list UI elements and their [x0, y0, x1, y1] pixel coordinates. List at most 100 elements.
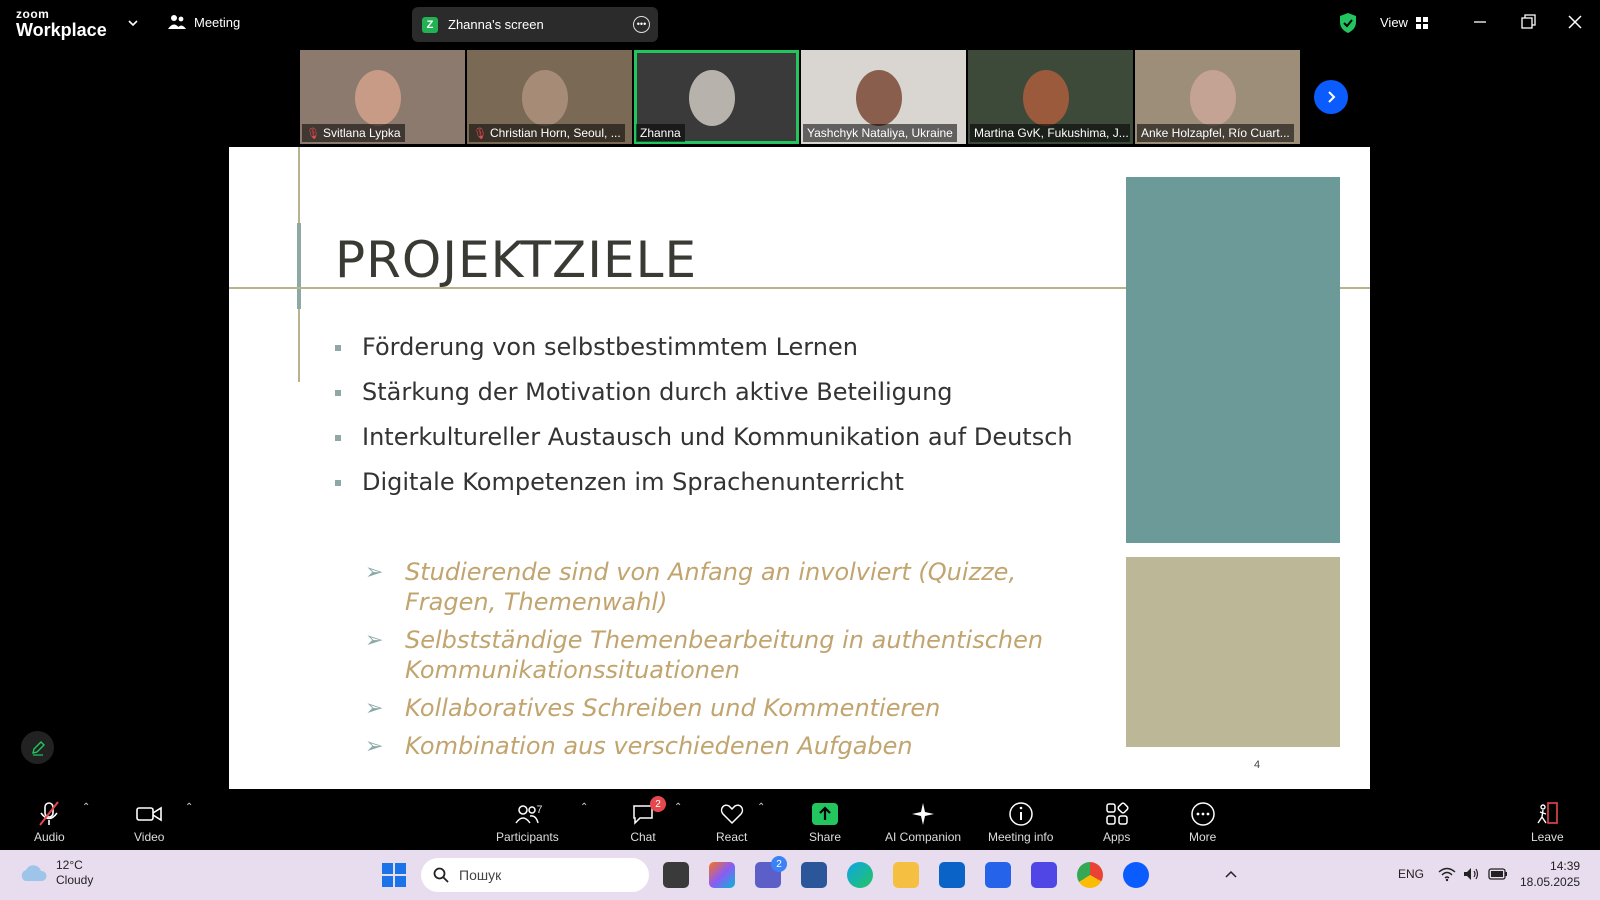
- volume-icon[interactable]: [1462, 866, 1480, 882]
- system-clock[interactable]: 14:39 18.05.2025: [1520, 858, 1580, 890]
- leave-button[interactable]: Leave: [1531, 790, 1564, 850]
- participant-name-text: Anke Holzapfel, Río Cuart...: [1141, 126, 1290, 140]
- shared-screen-indicator[interactable]: Z Zhanna's screen •••: [412, 7, 658, 42]
- sparkle-icon: [912, 803, 935, 825]
- participant-tile[interactable]: Anke Holzapfel, Río Cuart...: [1135, 50, 1300, 144]
- view-menu[interactable]: View: [1380, 15, 1428, 30]
- word-icon[interactable]: [801, 862, 827, 888]
- input-language[interactable]: ENG: [1398, 867, 1424, 881]
- taskbar-search[interactable]: Пошук: [421, 858, 649, 892]
- microsoft-store-icon[interactable]: [985, 862, 1011, 888]
- arrow-bullet-icon: ➢: [365, 628, 384, 653]
- battery-icon[interactable]: [1488, 867, 1508, 881]
- audio-button[interactable]: Audio: [34, 790, 65, 850]
- zoom-icon[interactable]: [1123, 862, 1149, 888]
- ai-companion-button[interactable]: AI Companion: [885, 790, 961, 850]
- participant-name: 🎙 Christian Horn, Seoul, ...: [469, 124, 625, 142]
- wifi-icon[interactable]: [1438, 866, 1456, 882]
- task-view-icon[interactable]: [663, 862, 689, 888]
- shared-screen-label: Zhanna's screen: [448, 17, 544, 32]
- video-camera-icon: [136, 806, 163, 822]
- slide-sub-bullet-text: Kombination aus verschiedenen Aufgaben: [405, 732, 913, 760]
- teams-icon[interactable]: 2: [755, 856, 787, 888]
- react-options-caret-icon[interactable]: ⌃: [757, 802, 765, 813]
- apps-icon: [1105, 802, 1129, 825]
- video-button[interactable]: Video: [134, 790, 164, 850]
- apps-label: Apps: [1103, 830, 1131, 844]
- participant-name-text: Yashchyk Nataliya, Ukraine: [807, 126, 953, 140]
- info-icon: [1008, 802, 1033, 826]
- app-icon[interactable]: [1031, 862, 1057, 888]
- leave-label: Leave: [1531, 830, 1564, 844]
- annotate-button[interactable]: [21, 731, 54, 764]
- windows-start-icon[interactable]: [382, 863, 406, 887]
- slide-bullet: Förderung von selbstbestimmtem Lernen: [335, 325, 1073, 370]
- temperature: 12°C: [56, 858, 83, 872]
- participant-tile[interactable]: Martina GvK, Fukushima, J...: [968, 50, 1133, 144]
- participant-name-text: Svitlana Lypka: [322, 126, 401, 140]
- more-label: More: [1189, 830, 1217, 844]
- outlook-icon[interactable]: [939, 862, 965, 888]
- clock-date: 18.05.2025: [1520, 875, 1581, 889]
- restore-icon[interactable]: [1518, 12, 1538, 32]
- react-label: React: [716, 830, 748, 844]
- ai-companion-label: AI Companion: [885, 830, 962, 844]
- participant-name-text: Zhanna: [640, 126, 681, 140]
- share-button[interactable]: Share: [809, 790, 841, 850]
- apps-button[interactable]: Apps: [1103, 790, 1130, 850]
- participant-video: [1023, 70, 1069, 126]
- microphone-muted-icon: 🎙: [306, 127, 320, 140]
- leave-door-icon: [1537, 802, 1559, 824]
- view-label: View: [1380, 15, 1408, 30]
- participant-name: Zhanna: [636, 124, 685, 142]
- windows-taskbar: 12°C Cloudy Пошук 2 ENG 14:39 18.05.2025: [0, 850, 1600, 900]
- participants-options-caret-icon[interactable]: ⌃: [580, 802, 588, 813]
- chevron-right-icon: [1328, 91, 1336, 103]
- chevron-down-icon[interactable]: [126, 16, 140, 30]
- chrome-icon[interactable]: [1077, 862, 1103, 888]
- participant-tile[interactable]: 🎙 Christian Horn, Seoul, ...: [467, 50, 632, 144]
- meeting-menu[interactable]: Meeting: [168, 14, 240, 30]
- slide-sub-bullet-text: Selbstständige Themenbearbeitung in auth…: [405, 626, 1044, 684]
- chat-options-caret-icon[interactable]: ⌃: [674, 802, 682, 813]
- more-options-icon[interactable]: •••: [633, 16, 650, 33]
- more-button[interactable]: More: [1189, 790, 1216, 850]
- participants-count: 7: [536, 804, 543, 816]
- chat-button[interactable]: 2 Chat: [630, 790, 666, 850]
- video-options-caret-icon[interactable]: ⌃: [185, 802, 193, 813]
- participant-tile[interactable]: Zhanna: [634, 50, 799, 144]
- show-hidden-icons-icon[interactable]: [1224, 868, 1238, 880]
- participant-name: 🎙 Svitlana Lypka: [302, 124, 405, 142]
- encryption-shield-icon[interactable]: [1338, 12, 1358, 34]
- file-explorer-icon[interactable]: [893, 862, 919, 888]
- participant-video: [355, 70, 401, 126]
- participant-tile[interactable]: 🎙 Svitlana Lypka: [300, 50, 465, 144]
- close-icon[interactable]: [1565, 12, 1585, 32]
- slide-bullet: Interkultureller Austausch und Kommunika…: [335, 415, 1073, 460]
- participant-tile[interactable]: Yashchyk Nataliya, Ukraine: [801, 50, 966, 144]
- react-button[interactable]: React: [716, 790, 747, 850]
- slide-sub-bullet: ➢ Selbstständige Themenbearbeitung in aut…: [365, 625, 1085, 685]
- next-participants-button[interactable]: [1314, 80, 1348, 114]
- weather-widget[interactable]: 12°C Cloudy: [18, 858, 93, 888]
- microphone-muted-icon: 🎙: [473, 127, 487, 140]
- audio-options-caret-icon[interactable]: ⌃: [82, 802, 90, 813]
- participants-button[interactable]: 7 Participants: [496, 790, 559, 850]
- minimize-icon[interactable]: [1470, 12, 1490, 32]
- chat-label: Chat: [630, 830, 656, 844]
- slide-bullet: Stärkung der Motivation durch aktive Bet…: [335, 370, 1073, 415]
- search-icon: [433, 867, 449, 883]
- meeting-info-label: Meeting info: [988, 830, 1054, 844]
- people-icon: [168, 15, 186, 29]
- copilot-icon[interactable]: [709, 862, 735, 888]
- participant-name-text: Martina GvK, Fukushima, J...: [974, 126, 1129, 140]
- brand-small: zoom: [16, 7, 50, 21]
- clock-time: 14:39: [1550, 859, 1581, 873]
- meeting-info-button[interactable]: Meeting info: [988, 790, 1053, 850]
- search-placeholder: Пошук: [459, 867, 502, 883]
- pencil-icon: [31, 740, 45, 756]
- sharer-badge: Z: [422, 16, 438, 33]
- participant-strip: 🎙 Svitlana Lypka 🎙 Christian Horn, Seoul, .…: [300, 50, 1300, 144]
- edge-icon[interactable]: [847, 862, 873, 888]
- slide-tan-block: [1126, 557, 1340, 747]
